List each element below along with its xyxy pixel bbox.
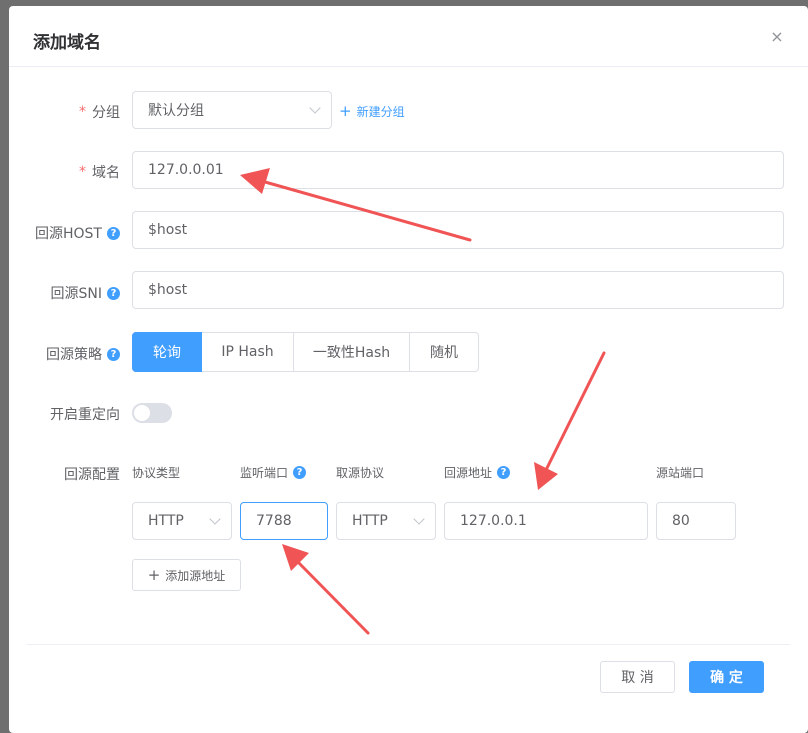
origin-sni-label-text: 回源SNI [50,286,103,302]
required-mark: * [79,164,86,180]
origin-sni-input[interactable]: $host [132,271,784,309]
redirect-toggle[interactable] [132,403,172,423]
strategy-ip-hash[interactable]: IP Hash [202,332,294,372]
new-group-link-text: 新建分组 [356,104,405,119]
add-origin-button[interactable]: + 添加源地址 [132,559,241,591]
strategy-consistent-hash[interactable]: 一致性Hash [293,332,410,372]
origin-host-value: $host [148,222,188,238]
origin-host-label-text: 回源HOST [35,226,102,242]
protocol-select-value: HTTP [148,513,184,529]
group-select-value: 默认分组 [148,103,204,119]
help-icon[interactable]: ? [107,347,120,361]
listen-port-input[interactable]: 7788 [240,502,328,540]
help-icon[interactable]: ? [293,466,307,479]
origin-config-label-text: 回源配置 [64,467,120,483]
strategy-round-robin[interactable]: 轮询 [132,332,202,372]
confirm-button[interactable]: 确 定 [689,661,764,693]
chevron-down-icon [413,513,425,525]
domain-input-value: 127.0.0.01 [148,162,224,178]
help-icon[interactable]: ? [497,466,511,479]
domain-label: * 域名 [9,162,120,182]
chevron-down-icon [209,513,221,525]
required-mark: * [79,104,86,120]
group-label: * 分组 [9,102,120,122]
origin-port-value: 80 [672,513,690,529]
fetch-protocol-select[interactable]: HTTP [336,502,436,540]
col-origin-address-text: 回源地址 [444,466,493,480]
protocol-select[interactable]: HTTP [132,502,232,540]
domain-label-text: 域名 [92,165,120,181]
col-protocol-type: 协议类型 [132,466,181,480]
toggle-knob [134,405,150,421]
col-listen-port: 监听端口 ? [240,464,307,481]
col-origin-port: 源站端口 [656,466,705,480]
origin-host-label: 回源HOST ? [9,223,120,243]
origin-sni-value: $host [148,282,188,298]
dialog-title: 添加域名 [33,33,101,53]
origin-address-input[interactable]: 127.0.0.1 [444,502,648,540]
origin-host-input[interactable]: $host [132,211,784,249]
close-icon[interactable]: × [768,28,786,46]
footer-divider [27,644,790,645]
origin-address-value: 127.0.0.1 [460,513,527,529]
plus-icon: + [339,102,352,120]
col-fetch-protocol: 取源协议 [336,466,385,480]
group-label-text: 分组 [92,105,120,121]
add-origin-button-label: 添加源地址 [165,568,226,583]
redirect-label: 开启重定向 [9,404,120,424]
new-group-link[interactable]: + 新建分组 [339,102,405,120]
chevron-down-icon [309,102,321,114]
cancel-button[interactable]: 取 消 [600,661,675,693]
redirect-label-text: 开启重定向 [50,407,120,423]
plus-icon: + [147,566,161,584]
help-icon[interactable]: ? [107,226,120,240]
origin-strategy-label: 回源策略 ? [9,344,120,364]
col-listen-port-text: 监听端口 [240,466,289,480]
fetch-protocol-value: HTTP [352,513,388,529]
domain-input[interactable]: 127.0.0.01 [132,151,784,189]
help-icon[interactable]: ? [107,286,120,300]
col-origin-address: 回源地址 ? [444,464,511,481]
group-select[interactable]: 默认分组 [132,91,332,129]
strategy-random[interactable]: 随机 [409,332,479,372]
header-divider [9,66,808,67]
add-domain-dialog: 添加域名 × * 分组 默认分组 + 新建分组 * 域名 127.0.0.01 … [9,6,808,733]
listen-port-value: 7788 [256,513,292,529]
origin-sni-label: 回源SNI ? [9,283,120,303]
origin-config-label: 回源配置 [9,464,120,484]
origin-port-input[interactable]: 80 [656,502,736,540]
origin-strategy-label-text: 回源策略 [46,347,102,363]
